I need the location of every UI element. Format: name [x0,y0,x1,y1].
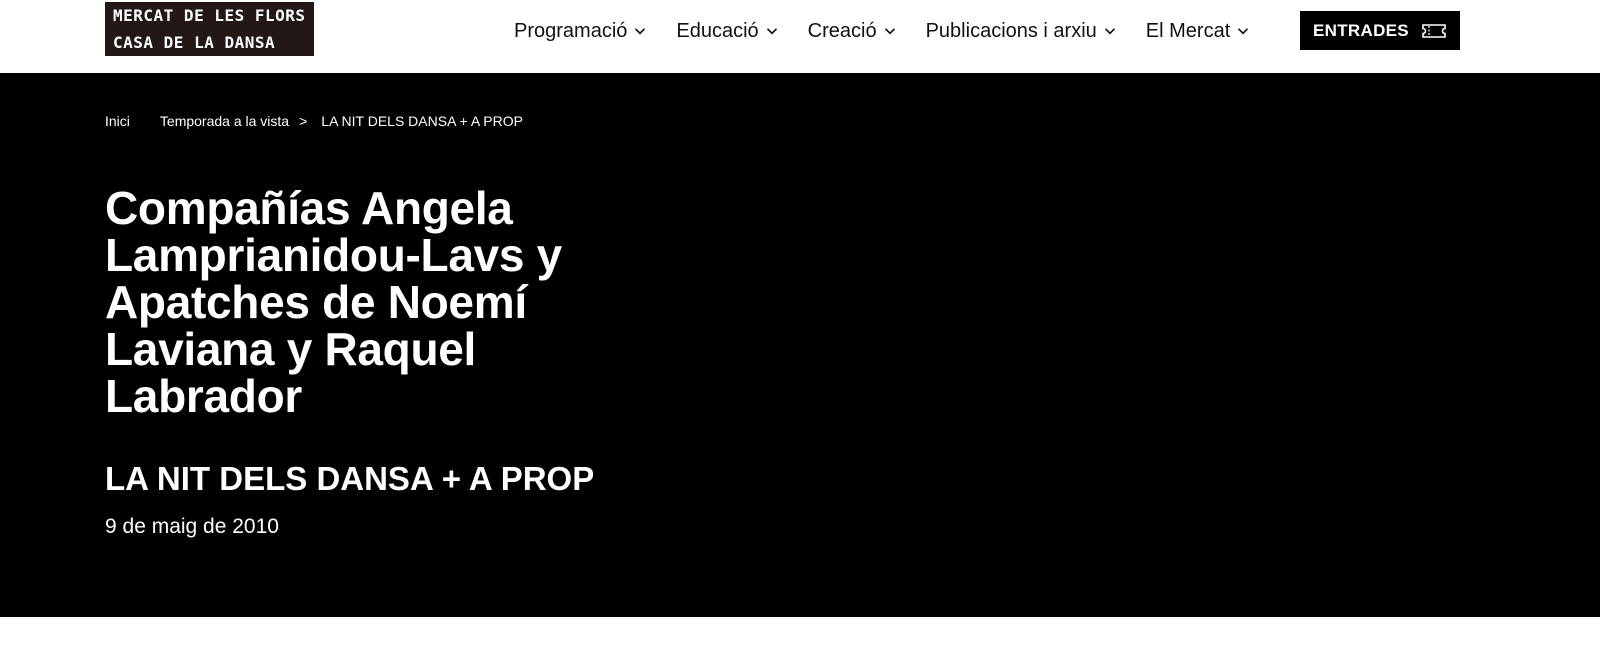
tickets-button-label: ENTRADES [1313,20,1409,40]
tickets-button[interactable]: ENTRADES [1300,11,1460,50]
nav-item-educacio[interactable]: Educació [676,20,777,43]
breadcrumb-current: LA NIT DELS DANSA + A PROP [321,113,523,129]
nav-item-creacio[interactable]: Creació [808,20,896,43]
nav-item-label: Educació [676,19,759,42]
logo-line-1: MERCAT DE LES FLORS [105,2,314,29]
site-logo[interactable]: MERCAT DE LES FLORS CASA DE LA DANSA [105,2,314,56]
breadcrumb: Inici Temporada a la vista > LA NIT DELS… [105,113,523,129]
chevron-down-icon [1104,25,1116,37]
main-nav: Programació Educació Creació Publicacion… [514,17,1249,45]
nav-item-label: Programació [514,19,628,42]
nav-item-label: El Mercat [1145,19,1231,42]
logo-line-2: CASA DE LA DANSA [105,29,314,56]
breadcrumb-separator: > [299,113,308,129]
nav-item-label: Publicacions i arxiu [925,19,1097,42]
ticket-icon [1421,23,1447,39]
event-date: 9 de maig de 2010 [105,515,279,538]
nav-item-publicacions[interactable]: Publicacions i arxiu [926,20,1116,43]
nav-item-programacio[interactable]: Programació [514,20,646,43]
breadcrumb-home[interactable]: Inici [105,113,130,129]
site-header: MERCAT DE LES FLORS CASA DE LA DANSA Pro… [0,0,1600,73]
chevron-down-icon [634,25,646,37]
event-series-title: LA NIT DELS DANSA + A PROP [105,460,595,497]
page-title: Compañías Angela Lamprianidou-Lavs y Apa… [105,182,562,422]
chevron-down-icon [1237,25,1249,37]
chevron-down-icon [884,25,896,37]
nav-item-el-mercat[interactable]: El Mercat [1146,20,1249,43]
event-hero: Inici Temporada a la vista > LA NIT DELS… [0,73,1600,617]
chevron-down-icon [766,25,778,37]
nav-item-label: Creació [807,19,877,42]
breadcrumb-section[interactable]: Temporada a la vista [160,113,289,129]
